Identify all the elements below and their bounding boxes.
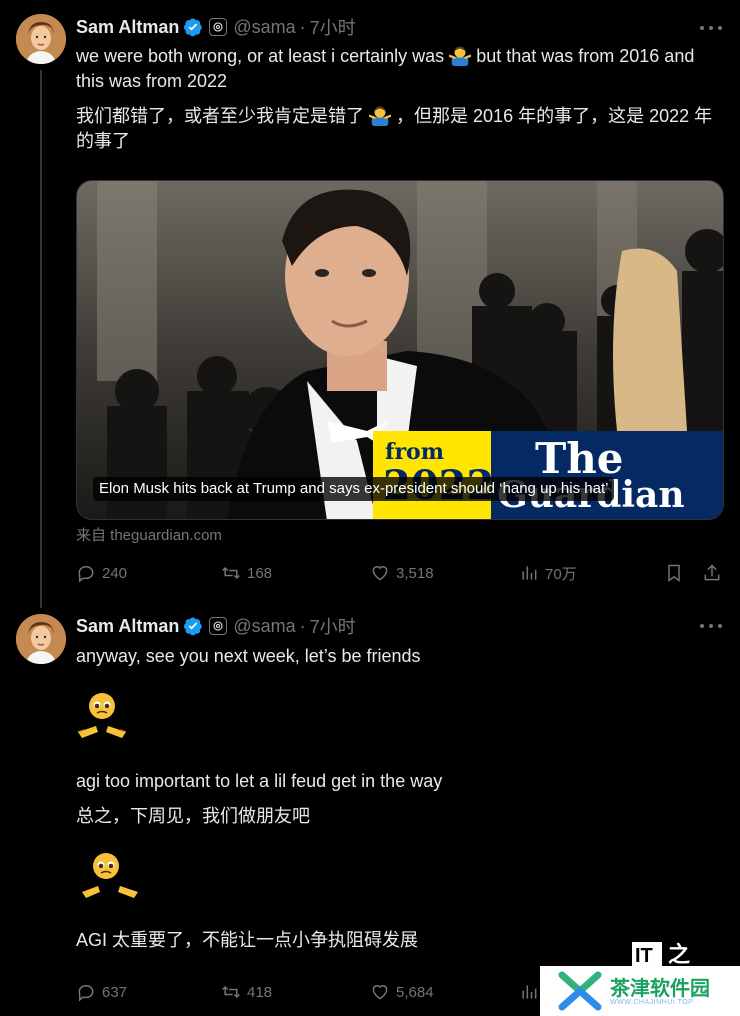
heart-icon bbox=[372, 985, 388, 1000]
svg-text:IT: IT bbox=[635, 945, 653, 966]
card-image-photo: from 2022 The Guardian bbox=[77, 181, 723, 519]
like-button[interactable]: 3,518 bbox=[370, 562, 434, 584]
share-button[interactable] bbox=[702, 562, 728, 584]
tweet-text-en: we were both wrong, or at least i certai… bbox=[76, 44, 726, 94]
verified-badge-icon bbox=[184, 617, 203, 636]
man-shrugging-emoji-icon bbox=[449, 46, 472, 66]
repost-count: 168 bbox=[247, 564, 273, 582]
repost-button[interactable]: 418 bbox=[221, 981, 272, 1003]
affiliation-openai-icon[interactable] bbox=[209, 18, 228, 36]
corner-watermark: IT 之 bbox=[632, 940, 740, 966]
repost-count: 418 bbox=[247, 983, 273, 1001]
more-options-icon[interactable] bbox=[700, 24, 722, 32]
reply-count: 240 bbox=[102, 564, 128, 582]
card-source[interactable]: 来自 theguardian.com bbox=[76, 524, 222, 545]
tweet-1[interactable]: Sam Altman @sama · 7小时 we were both wron… bbox=[0, 0, 740, 608]
views-chart-icon bbox=[522, 985, 537, 999]
tweet-actions: 240 168 3,518 70万 bbox=[76, 562, 726, 584]
site-watermark: 茶津软件园 WWW.CHAJINHUI.TOP bbox=[540, 966, 740, 1016]
verified-badge-icon bbox=[184, 18, 203, 37]
bookmark-icon bbox=[668, 564, 680, 582]
reply-count: 637 bbox=[102, 983, 128, 1001]
views-button[interactable]: 70万 bbox=[519, 562, 577, 584]
tweet-line-4: AGI 太重要了，不能让一点小争执阻碍发展 bbox=[76, 930, 419, 950]
watermark-logo-icon bbox=[558, 971, 602, 1011]
watermark-domain: WWW.CHAJINHUI.TOP bbox=[610, 998, 694, 1006]
like-button[interactable]: 5,684 bbox=[370, 981, 434, 1003]
reply-button[interactable]: 240 bbox=[76, 562, 127, 584]
views-chart-icon bbox=[522, 566, 537, 580]
thread-connector bbox=[40, 70, 42, 608]
affiliation-openai-icon[interactable] bbox=[209, 617, 228, 635]
author-handle[interactable]: @sama bbox=[233, 17, 295, 38]
reply-icon bbox=[78, 984, 94, 1002]
timestamp[interactable]: 7小时 bbox=[310, 14, 356, 40]
author-name[interactable]: Sam Altman bbox=[76, 17, 179, 38]
repost-button[interactable]: 168 bbox=[221, 562, 272, 584]
author-avatar[interactable] bbox=[16, 14, 66, 64]
pleading-face-hands-emoji-icon bbox=[77, 693, 127, 738]
tweet-line-3: 总之，下周见，我们做朋友吧 bbox=[76, 806, 310, 826]
svg-text:之: 之 bbox=[668, 942, 690, 966]
pleading-face-hands-emoji-icon bbox=[82, 853, 138, 898]
repost-icon bbox=[222, 566, 240, 580]
tweet-text-en-part1: we were both wrong, or at least i certai… bbox=[76, 46, 445, 66]
tweet-header: Sam Altman @sama · 7小时 bbox=[76, 14, 356, 40]
tweet-2[interactable]: Sam Altman @sama · 7小时 anyway, see you n… bbox=[0, 598, 740, 1016]
more-options-icon[interactable] bbox=[700, 622, 722, 630]
heart-icon bbox=[372, 566, 388, 581]
like-count: 3,518 bbox=[396, 564, 434, 582]
watermark-brand: 茶津软件园 bbox=[610, 975, 710, 1000]
link-card[interactable]: from 2022 The Guardian Elon Musk hits ba… bbox=[76, 180, 724, 520]
reply-icon bbox=[78, 565, 94, 583]
repost-icon bbox=[222, 985, 240, 999]
tweet-line-2: agi too important to let a lil feud get … bbox=[76, 771, 443, 791]
bookmark-button[interactable] bbox=[664, 562, 690, 584]
separator-dot: · bbox=[299, 615, 306, 636]
separator-dot: · bbox=[299, 16, 306, 37]
views-count: 70万 bbox=[545, 565, 577, 583]
reply-button[interactable]: 637 bbox=[76, 981, 127, 1003]
tweet-header: Sam Altman @sama · 7小时 bbox=[76, 613, 356, 639]
author-avatar[interactable] bbox=[16, 614, 66, 664]
timestamp[interactable]: 7小时 bbox=[310, 613, 356, 639]
tweet-text-zh: 我们都错了，或者至少我肯定是错了 ，但那是 2016 年的事了，这是 2022 … bbox=[76, 104, 726, 154]
share-icon bbox=[704, 564, 720, 581]
author-name[interactable]: Sam Altman bbox=[76, 616, 179, 637]
tweet-text-zh-part1: 我们都错了，或者至少我肯定是错了 bbox=[76, 106, 364, 126]
tweet-line-1: anyway, see you next week, let’s be frie… bbox=[76, 646, 421, 666]
author-handle[interactable]: @sama bbox=[233, 616, 295, 637]
man-shrugging-emoji-icon bbox=[369, 106, 392, 126]
card-caption: Elon Musk hits back at Trump and says ex… bbox=[93, 477, 615, 501]
like-count: 5,684 bbox=[396, 983, 434, 1001]
